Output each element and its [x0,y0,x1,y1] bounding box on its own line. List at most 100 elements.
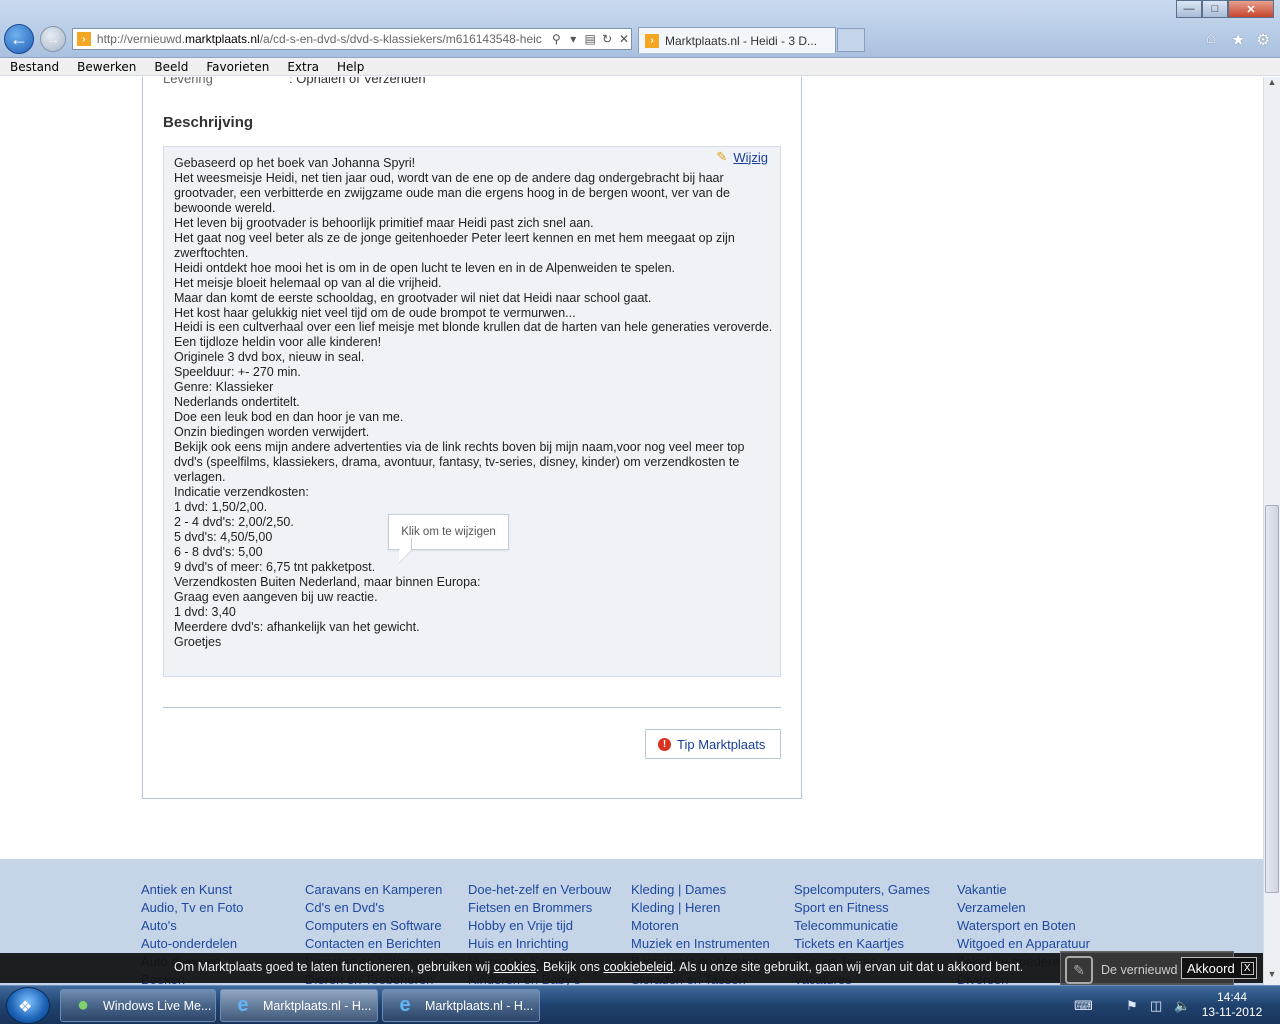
footer-category-link[interactable]: Cd's en Dvd's [305,899,446,917]
footer-category-link[interactable]: Antiek en Kunst [141,881,243,899]
url-domain: marktplaats.nl [184,32,260,46]
task-label: Marktplaats.nl - H... [263,998,372,1013]
description-heading: Beschrijving [163,114,254,131]
footer-category-link[interactable]: Sport en Fitness [794,899,930,917]
levering-value: : Ophalen of Verzenden [289,77,426,86]
footer-category-link[interactable]: Spelcomputers, Games [794,881,930,899]
task-label: Marktplaats.nl - H... [425,998,534,1013]
footer-category-link[interactable]: Caravans en Kamperen [305,881,446,899]
url-path: /a/cd-s-en-dvd-s/dvd-s-klassiekers/m6161… [259,32,542,46]
footer-category-link[interactable]: Fietsen en Brommers [468,899,611,917]
footer-category-link[interactable]: Huis en Inrichting [468,935,611,953]
akkoord-button[interactable]: Akkoord X [1181,957,1257,979]
scrollbar-thumb[interactable] [1265,505,1279,893]
footer-category-link[interactable]: Auto-onderdelen [141,935,243,953]
refresh-icon[interactable]: ↻ [600,32,614,46]
cookie-text-3: . Als u onze site gebruikt, gaan wij erv… [672,960,1024,974]
favorites-star-icon[interactable]: ★ [1231,30,1245,50]
description-line: Heidi ontdekt hoe mooi het is om in de o… [174,260,676,275]
start-button[interactable]: ❖ [6,987,50,1024]
footer-category-link[interactable]: Tickets en Kaartjes [794,935,930,953]
listing-card: Levering : Ophalen of Verzenden Beschrij… [142,77,802,799]
gear-icon[interactable]: ⚙ [1256,30,1270,50]
cookies-link[interactable]: cookies [494,960,536,974]
stop-icon[interactable]: ✕ [617,32,631,46]
description-line: Een tijdloze heldin voor alle kinderen! [174,335,382,350]
menu-bestand[interactable]: Bestand [0,60,67,74]
footer-category-link[interactable]: Telecommunicatie [794,917,930,935]
description-line: Gebaseerd op het boek van Johanna Spyri! [174,156,416,170]
address-bar[interactable]: › http://vernieuwd.marktplaats.nl/a/cd-s… [72,28,632,50]
taskbar-item-ie-2[interactable]: e Marktplaats.nl - H... [382,989,540,1022]
windows-logo-icon: ❖ [18,999,33,1016]
keyboard-icon[interactable]: ⌨ [1074,998,1093,1014]
footer-category-link[interactable]: Computers en Software [305,917,446,935]
menu-favorieten[interactable]: Favorieten [196,60,277,74]
messenger-icon: ● [76,994,90,1016]
footer-category-link[interactable]: Auto's [141,917,243,935]
alert-icon: ! [658,737,671,751]
footer-category-link[interactable]: Verzamelen [957,899,1090,917]
divider [163,707,781,708]
description-line: Heidi is een cultverhaal over een lief m… [174,320,773,335]
vertical-scrollbar[interactable]: ▲ ▼ [1263,77,1280,985]
action-center-flag-icon[interactable]: ⚑ [1126,998,1138,1014]
url-prefix: http://vernieuwd. [96,32,185,46]
description-line: Het kost haar gelukkig niet veel tijd om… [174,305,576,320]
menu-bewerken[interactable]: Bewerken [67,60,144,74]
volume-icon[interactable]: 🔈 [1174,998,1190,1014]
footer-category-link[interactable]: Vakantie [957,881,1090,899]
menu-extra[interactable]: Extra [277,60,327,74]
footer-category-link[interactable]: Kleding | Dames [631,881,770,899]
description-line: Het meisje bloeit helemaal op van al die… [174,275,442,290]
footer-category-link[interactable]: Motoren [631,917,770,935]
dropdown-arrow-icon[interactable]: ▾ [566,32,580,46]
task-label: Windows Live Me... [103,998,212,1013]
address-url[interactable]: http://vernieuwd.marktplaats.nl/a/cd-s-e… [97,32,546,46]
description-line: 1 dvd: 3,40 [174,604,236,619]
taskbar-item-live-messenger[interactable]: ● Windows Live Me... [60,989,216,1022]
description-line: Originele 3 dvd box, nieuw in seal. [174,350,365,365]
cookiebeleid-link[interactable]: cookiebeleid [603,960,673,974]
clock-date: 13-11-2012 [1201,1005,1263,1019]
description-box[interactable]: ✎ Wijzig Gebaseerd op het boek van Johan… [163,146,781,677]
description-line: Het leven bij grootvader is behoorlijk p… [174,215,594,230]
menu-help[interactable]: Help [327,60,372,74]
footer-category-link[interactable]: Contacten en Berichten [305,935,446,953]
close-icon: X [1240,961,1254,975]
network-icon[interactable]: ◫ [1150,998,1162,1014]
marktplaats-favicon-icon: › [77,32,91,46]
minimize-button[interactable]: — [1176,0,1202,18]
search-icon[interactable]: ⚲ [549,32,563,46]
footer-category-link[interactable]: Hobby en Vrije tijd [468,917,611,935]
description-line: Bekijk ook eens mijn andere advertenties… [174,440,745,485]
footer-category-link[interactable]: Audio, Tv en Foto [141,899,243,917]
footer-category-link[interactable]: Muziek en Instrumenten [631,935,770,953]
tab-favicon-icon: › [645,33,659,48]
new-tab-button[interactable] [837,28,865,52]
menu-beeld[interactable]: Beeld [144,60,196,74]
close-window-button[interactable]: ✕ [1228,0,1274,18]
forward-button[interactable]: → [40,26,66,52]
footer-category-link[interactable]: Watersport en Boten [957,917,1090,935]
browser-tab-active[interactable]: › Marktplaats.nl - Heidi - 3 D... [638,27,836,53]
home-icon[interactable]: ⌂ [1206,30,1216,48]
clock[interactable]: 14:44 13-11-2012 [1196,990,1268,1020]
tip-marktplaats-button[interactable]: ! Tip Marktplaats [645,729,781,759]
footer-category-link[interactable]: Doe-het-zelf en Verbouw [468,881,611,899]
maximize-button[interactable]: □ [1202,0,1228,18]
arrow-left-icon: ← [10,28,28,49]
compatibility-view-icon[interactable]: ▤ [583,32,597,46]
description-line: Nederlands ondertitelt. [174,395,300,410]
taskbar-item-ie-1[interactable]: e Marktplaats.nl - H... [220,989,378,1022]
vernieuwd-label: De vernieuwd [1101,963,1178,977]
scroll-up-icon[interactable]: ▲ [1264,77,1280,93]
tip-button-label: Tip Marktplaats [677,736,766,752]
description-line: Maar dan komt de eerste schooldag, en gr… [174,290,652,305]
feedback-pencil-icon: ✎ [1065,956,1093,984]
scroll-down-icon[interactable]: ▼ [1264,969,1280,985]
description-line: Onzin biedingen worden verwijdert. [174,425,370,440]
footer-category-link[interactable]: Kleding | Heren [631,899,770,917]
description-line: Groetjes [174,634,222,649]
back-button[interactable]: ← [4,24,34,54]
